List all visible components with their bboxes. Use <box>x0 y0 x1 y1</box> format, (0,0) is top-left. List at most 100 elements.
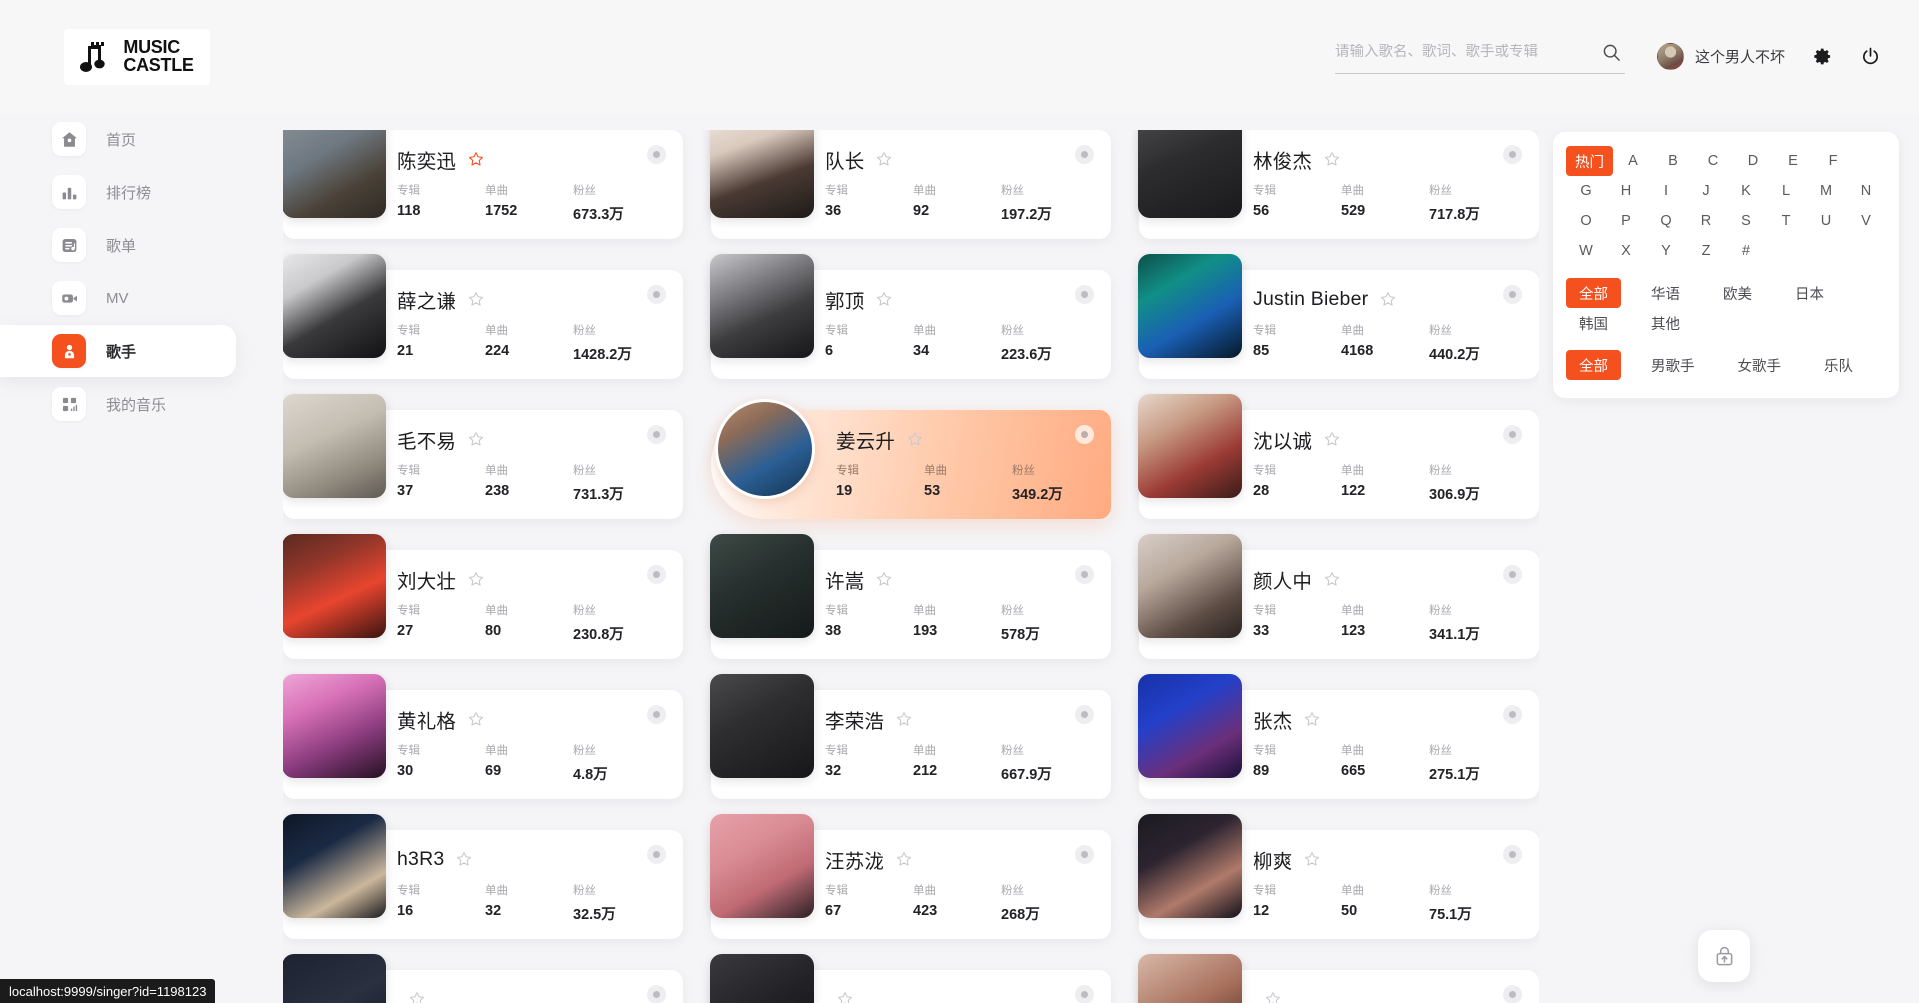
filter-chip-letters-6[interactable]: E <box>1773 146 1813 176</box>
play-button[interactable] <box>1503 565 1522 584</box>
artist-card[interactable]: 专辑单曲粉丝 <box>710 954 1111 1003</box>
filter-chip-letters-7[interactable]: F <box>1813 146 1853 176</box>
favorite-star-icon[interactable] <box>468 291 484 307</box>
artist-card[interactable]: 许嵩 专辑 38 单曲 193 粉丝 578万 <box>710 534 1111 659</box>
filter-chip-letters-24[interactable]: W <box>1566 236 1606 266</box>
filter-chip-letters-28[interactable]: # <box>1726 236 1766 266</box>
favorite-star-icon[interactable] <box>896 851 912 867</box>
favorite-star-icon[interactable] <box>896 711 912 727</box>
favorite-star-icon[interactable] <box>1265 991 1281 1003</box>
filter-chip-types-2[interactable]: 男歌手 <box>1638 350 1708 380</box>
artist-card[interactable]: 毛不易 专辑 37 单曲 238 粉丝 731.3万 <box>283 394 683 519</box>
favorite-star-icon[interactable] <box>876 151 892 167</box>
favorite-star-icon[interactable] <box>1304 851 1320 867</box>
play-button[interactable] <box>647 145 666 164</box>
sidebar-item-2[interactable]: 排行榜 <box>0 166 236 218</box>
filter-chip-letters-13[interactable]: L <box>1766 176 1806 206</box>
filter-chip-letters-8[interactable]: G <box>1566 176 1606 206</box>
favorite-star-icon[interactable] <box>1324 571 1340 587</box>
play-button[interactable] <box>1075 845 1094 864</box>
play-button[interactable] <box>647 985 666 1003</box>
play-button[interactable] <box>647 425 666 444</box>
sidebar-item-4[interactable]: MV <box>0 272 236 324</box>
play-button[interactable] <box>1503 425 1522 444</box>
filter-chip-letters-22[interactable]: U <box>1806 206 1846 236</box>
favorite-star-icon[interactable] <box>468 151 484 167</box>
play-button[interactable] <box>1503 705 1522 724</box>
play-button[interactable] <box>1075 985 1094 1003</box>
sidebar-item-3[interactable]: 歌单 <box>0 219 236 271</box>
play-button[interactable] <box>647 845 666 864</box>
filter-chip-letters-17[interactable]: P <box>1606 206 1646 236</box>
artist-card[interactable]: 郭顶 专辑 6 单曲 34 粉丝 223.6万 <box>710 254 1111 379</box>
filter-chip-letters-11[interactable]: J <box>1686 176 1726 206</box>
filter-chip-regions-2[interactable]: 华语 <box>1638 278 1693 308</box>
favorite-star-icon[interactable] <box>468 711 484 727</box>
artist-card[interactable]: 李荣浩 专辑 32 单曲 212 粉丝 667.9万 <box>710 674 1111 799</box>
favorite-star-icon[interactable] <box>876 571 892 587</box>
filter-chip-letters-16[interactable]: O <box>1566 206 1606 236</box>
artist-card[interactable]: 柳爽 专辑 12 单曲 50 粉丝 75.1万 <box>1138 814 1539 939</box>
filter-chip-regions-5[interactable]: 韩国 <box>1566 308 1621 338</box>
sidebar-item-1[interactable]: 首页 <box>0 113 236 165</box>
favorite-star-icon[interactable] <box>1324 151 1340 167</box>
filter-chip-types-3[interactable]: 女歌手 <box>1725 350 1795 380</box>
filter-chip-types-4[interactable]: 乐队 <box>1811 350 1866 380</box>
artist-card[interactable]: 专辑单曲粉丝 <box>283 954 683 1003</box>
power-icon[interactable] <box>1859 46 1881 68</box>
favorite-star-icon[interactable] <box>409 991 425 1003</box>
sidebar-item-6[interactable]: 我的音乐 <box>0 378 236 430</box>
filter-chip-regions-3[interactable]: 欧美 <box>1710 278 1765 308</box>
artist-card-selected[interactable]: 姜云升 专辑 19 单曲 53 粉丝 349.2万 <box>711 399 1111 519</box>
favorite-star-icon[interactable] <box>907 431 923 447</box>
filter-chip-letters-5[interactable]: D <box>1733 146 1773 176</box>
filter-chip-letters-20[interactable]: S <box>1726 206 1766 236</box>
filter-chip-letters-21[interactable]: T <box>1766 206 1806 236</box>
brand-logo[interactable]: MUSIC CASTLE <box>64 28 210 85</box>
favorite-star-icon[interactable] <box>468 571 484 587</box>
play-button[interactable] <box>1503 145 1522 164</box>
filter-chip-regions-4[interactable]: 日本 <box>1782 278 1837 308</box>
favorite-star-icon[interactable] <box>876 291 892 307</box>
favorite-star-icon[interactable] <box>837 991 853 1003</box>
filter-chip-regions-1[interactable]: 全部 <box>1566 278 1621 308</box>
gear-icon[interactable] <box>1811 46 1833 68</box>
artist-card[interactable]: 沈以诚 专辑 28 单曲 122 粉丝 306.9万 <box>1138 394 1539 519</box>
favorite-star-icon[interactable] <box>468 431 484 447</box>
artist-card[interactable]: Justin Bieber 专辑 85 单曲 4168 粉丝 440.2万 <box>1138 254 1539 379</box>
artist-card[interactable]: 刘大壮 专辑 27 单曲 80 粉丝 230.8万 <box>283 534 683 659</box>
filter-chip-letters-2[interactable]: A <box>1613 146 1653 176</box>
filter-chip-letters-1[interactable]: 热门 <box>1566 146 1613 176</box>
filter-chip-letters-14[interactable]: M <box>1806 176 1846 206</box>
play-button[interactable] <box>1075 425 1094 444</box>
filter-chip-types-1[interactable]: 全部 <box>1566 350 1621 380</box>
artist-card[interactable]: 陈奕迅 专辑 118 单曲 1752 粉丝 673.3万 <box>283 130 683 239</box>
filter-chip-letters-18[interactable]: Q <box>1646 206 1686 236</box>
search-input[interactable] <box>1334 44 1599 60</box>
filter-chip-letters-10[interactable]: I <box>1646 176 1686 206</box>
favorite-star-icon[interactable] <box>1380 291 1396 307</box>
artist-card[interactable]: 汪苏泷 专辑 67 单曲 423 粉丝 268万 <box>710 814 1111 939</box>
artist-card[interactable]: 队长 专辑 36 单曲 92 粉丝 197.2万 <box>710 130 1111 239</box>
play-button[interactable] <box>647 705 666 724</box>
filter-chip-letters-4[interactable]: C <box>1693 146 1733 176</box>
play-button[interactable] <box>647 565 666 584</box>
artist-card[interactable]: 颜人中 专辑 33 单曲 123 粉丝 341.1万 <box>1138 534 1539 659</box>
search-box[interactable] <box>1334 39 1625 74</box>
play-button[interactable] <box>1503 285 1522 304</box>
favorite-star-icon[interactable] <box>1304 711 1320 727</box>
artist-card[interactable]: 专辑单曲粉丝 <box>1138 954 1539 1003</box>
filter-chip-letters-15[interactable]: N <box>1846 176 1886 206</box>
artist-card[interactable]: 林俊杰 专辑 56 单曲 529 粉丝 717.8万 <box>1138 130 1539 239</box>
filter-chip-letters-23[interactable]: V <box>1846 206 1886 236</box>
filter-chip-regions-6[interactable]: 其他 <box>1638 308 1693 338</box>
filter-chip-letters-26[interactable]: Y <box>1646 236 1686 266</box>
search-icon[interactable] <box>1599 39 1625 65</box>
favorite-star-icon[interactable] <box>456 851 472 867</box>
avatar[interactable] <box>1656 43 1684 70</box>
filter-chip-letters-3[interactable]: B <box>1653 146 1693 176</box>
artist-card[interactable]: 黄礼格 专辑 30 单曲 69 粉丝 4.8万 <box>283 674 683 799</box>
play-button[interactable] <box>1503 845 1522 864</box>
scroll-to-top-button[interactable] <box>1698 930 1750 982</box>
filter-chip-letters-19[interactable]: R <box>1686 206 1726 236</box>
